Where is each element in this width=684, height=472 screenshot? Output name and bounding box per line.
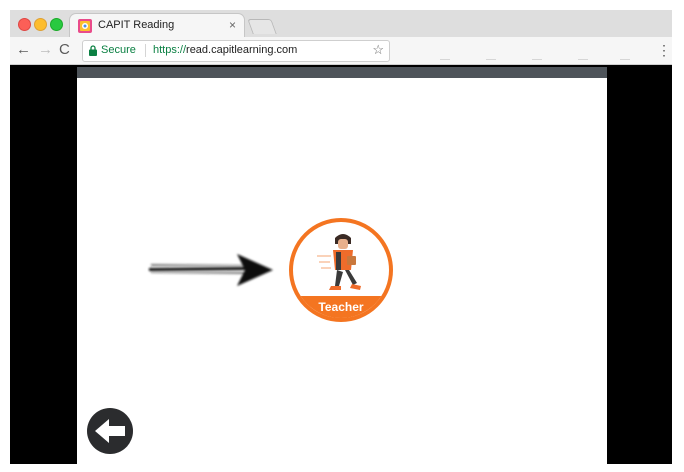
secure-label: Secure xyxy=(101,44,136,56)
tab-strip: CAPIT Reading × xyxy=(10,10,672,37)
browser-window: CAPIT Reading × ← → C Secure https://rea… xyxy=(10,10,672,464)
address-bar[interactable]: Secure https://read.capitlearning.com ☆ xyxy=(82,40,390,62)
url-separator xyxy=(145,44,146,57)
minimize-window-button[interactable] xyxy=(34,18,47,31)
tab-close-icon[interactable]: × xyxy=(229,18,236,32)
extension-slot xyxy=(532,59,542,60)
extension-slot xyxy=(620,59,630,60)
close-window-button[interactable] xyxy=(18,18,31,31)
tab-capit-reading[interactable]: CAPIT Reading × xyxy=(70,14,244,37)
menu-icon[interactable]: ⋮ xyxy=(657,41,671,59)
extension-slot xyxy=(578,59,588,60)
teacher-button[interactable]: Teacher xyxy=(289,218,393,322)
back-button[interactable] xyxy=(87,408,133,454)
arrow-left-icon xyxy=(95,419,125,443)
capit-favicon-icon xyxy=(78,19,92,33)
app-top-bar xyxy=(77,67,607,78)
teacher-label: Teacher xyxy=(318,300,364,314)
url-host: read.capitlearning.com xyxy=(186,44,298,56)
url-scheme: https:// xyxy=(153,44,187,56)
new-tab-button[interactable] xyxy=(247,19,277,34)
star-icon[interactable]: ☆ xyxy=(372,42,384,58)
forward-icon[interactable]: → xyxy=(38,40,53,60)
extension-slot xyxy=(486,59,496,60)
browser-toolbar: ← → C Secure https://read.capitlearning.… xyxy=(10,37,672,65)
teacher-figure-icon xyxy=(317,234,361,290)
back-icon[interactable]: ← xyxy=(16,40,31,60)
reload-icon[interactable]: C xyxy=(59,40,70,60)
zoom-window-button[interactable] xyxy=(50,18,63,31)
lock-icon xyxy=(89,45,97,56)
extension-slot xyxy=(440,59,450,60)
pointing-arrow-icon xyxy=(149,254,273,286)
tab-title: CAPIT Reading xyxy=(98,19,175,31)
app-viewport: Teacher xyxy=(77,67,607,464)
url-text[interactable]: https://read.capitlearning.com xyxy=(153,44,297,56)
